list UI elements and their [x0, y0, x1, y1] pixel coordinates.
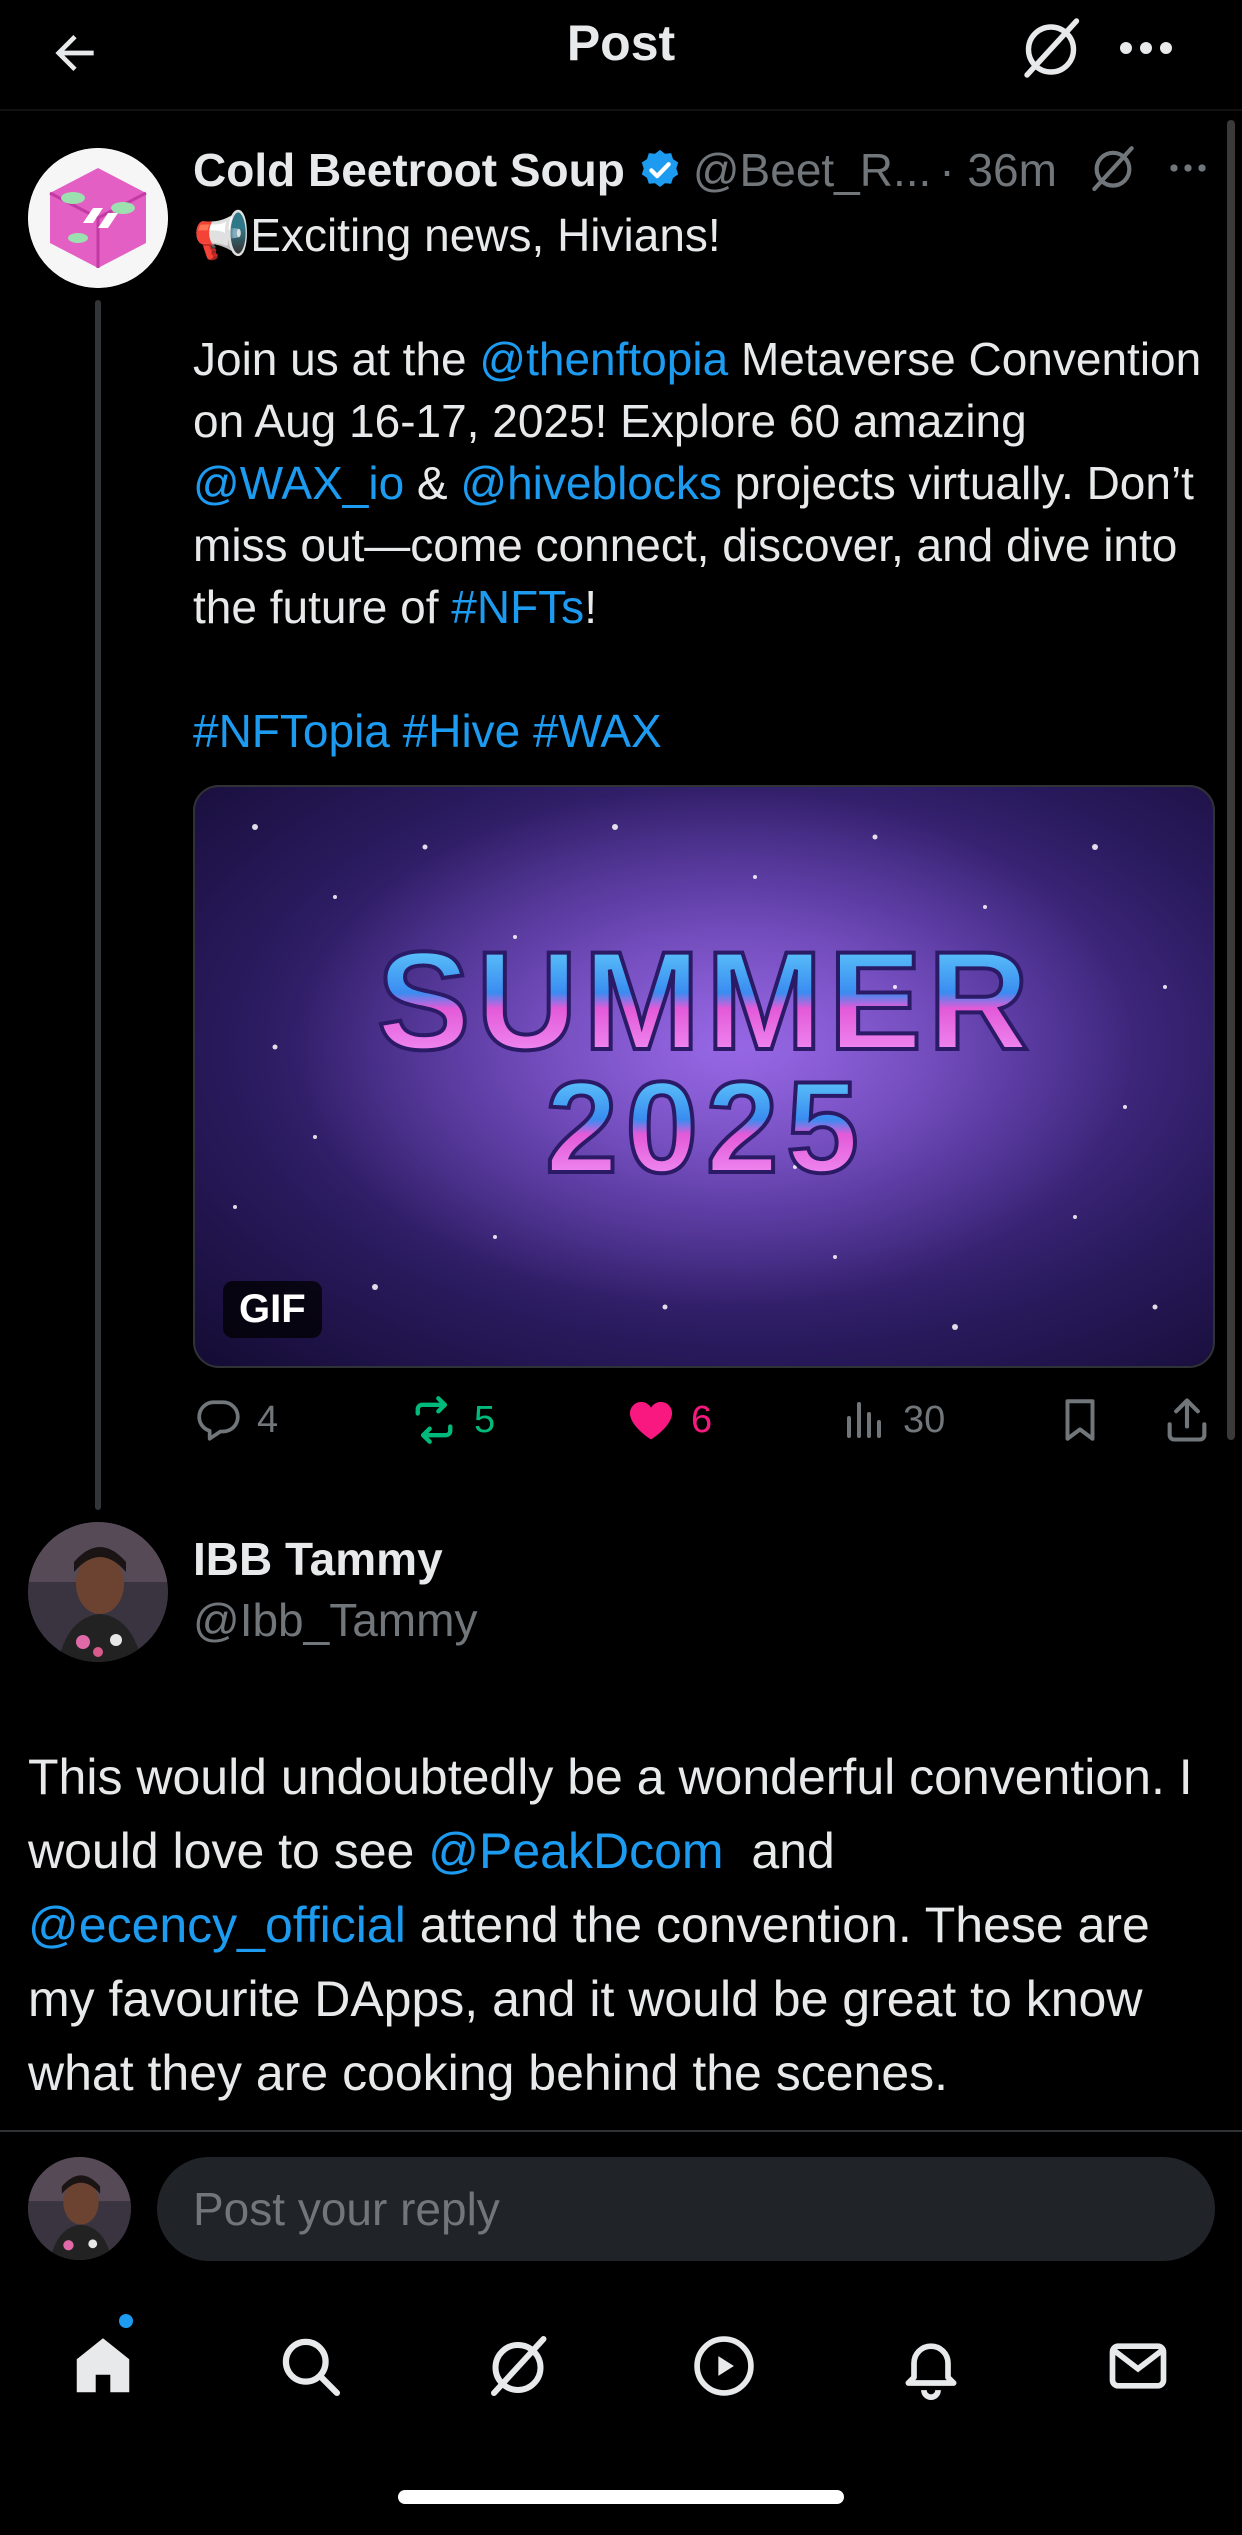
gif-badge: GIF: [223, 1281, 322, 1338]
more-options-icon[interactable]: [1110, 12, 1182, 84]
notifications-icon[interactable]: [888, 2323, 974, 2409]
post-line: Exciting news, Hivians!: [250, 209, 721, 261]
media-title-line2: 2025: [545, 1054, 866, 1200]
heart-icon: [629, 1401, 673, 1440]
post-text: 📢Exciting news, Hivians! Join us at the …: [193, 204, 1213, 762]
views-button[interactable]: 30: [841, 1390, 945, 1450]
reply-count: 4: [257, 1398, 279, 1441]
views-icon: [847, 1402, 881, 1438]
post-time: · 36m: [939, 144, 1057, 196]
author-name[interactable]: Cold Beetroot Soup: [193, 143, 625, 197]
mention-link[interactable]: @WAX_io: [193, 457, 404, 509]
reply-text: This would undoubtedly be a wonderful co…: [28, 1749, 1193, 2101]
reply-icon: [197, 1400, 240, 1441]
hashtag-link[interactable]: #NFTs: [451, 581, 584, 633]
repost-icon: [415, 1396, 453, 1444]
repost-button[interactable]: 5: [408, 1390, 495, 1450]
megaphone-icon: 📢: [193, 209, 251, 261]
grok-icon[interactable]: [1085, 140, 1141, 196]
view-count: 30: [903, 1398, 946, 1441]
share-button[interactable]: [1161, 1390, 1227, 1450]
header-divider: [0, 109, 1242, 111]
home-icon[interactable]: [60, 2323, 146, 2409]
author-handle[interactable]: @Beet_R...: [693, 143, 931, 197]
grok-tab-icon[interactable]: [475, 2323, 561, 2409]
reply-input[interactable]: [157, 2157, 1215, 2261]
bookmark-icon: [1065, 1399, 1095, 1441]
video-icon[interactable]: [681, 2323, 767, 2409]
share-icon: [1167, 1398, 1207, 1442]
like-button[interactable]: 6: [625, 1390, 712, 1450]
reply-author-name[interactable]: IBB Tammy: [193, 1532, 443, 1586]
top-bar: Post: [0, 0, 1242, 111]
repost-count: 5: [474, 1398, 496, 1441]
avatar[interactable]: [28, 148, 168, 288]
messages-icon[interactable]: [1095, 2323, 1181, 2409]
my-avatar: [28, 2157, 131, 2260]
reply-author-handle[interactable]: @Ibb_Tammy: [193, 1593, 477, 1647]
post-actions: 4 5 6 30: [193, 1390, 1233, 1450]
thread-connector: [95, 300, 101, 1510]
post-header: Cold Beetroot Soup @Beet_R... · 36m: [193, 140, 1233, 200]
scrollbar[interactable]: [1227, 120, 1235, 1440]
mention-link[interactable]: @thenftopia: [479, 333, 728, 385]
grok-icon[interactable]: [1015, 12, 1087, 84]
post-paragraph: Join us at the @thenftopia Metaverse Con…: [193, 333, 1202, 633]
like-count: 6: [691, 1398, 713, 1441]
mention-link[interactable]: @hiveblocks: [460, 457, 721, 509]
bookmark-button[interactable]: [1055, 1390, 1119, 1450]
reply-button[interactable]: 4: [193, 1390, 278, 1450]
post-media-gif[interactable]: SUMMER 2025 GIF: [193, 785, 1215, 1368]
post-more-icon[interactable]: [1160, 140, 1216, 196]
hashtags[interactable]: #NFTopia #Hive #WAX: [193, 700, 1213, 762]
mention-link[interactable]: @PeakDcom: [428, 1823, 723, 1879]
verified-icon: [641, 149, 679, 188]
home-indicator[interactable]: [398, 2490, 844, 2504]
avatar[interactable]: [28, 1522, 168, 1662]
search-icon[interactable]: [267, 2323, 353, 2409]
mention-link[interactable]: @ecency_official: [28, 1897, 406, 1953]
composer-divider: [0, 2130, 1242, 2132]
home-unread-dot: [117, 2312, 135, 2330]
